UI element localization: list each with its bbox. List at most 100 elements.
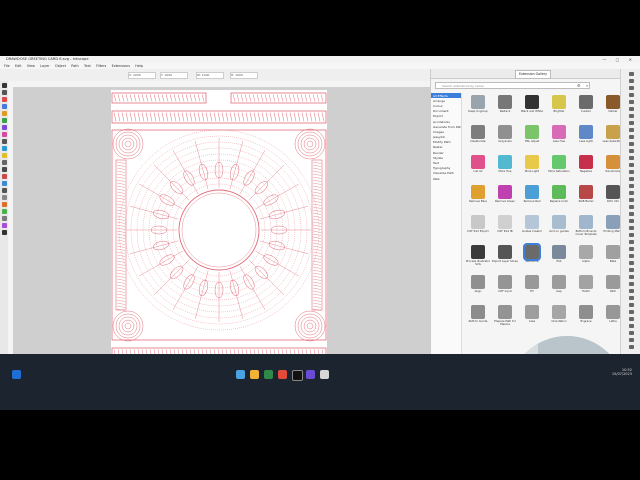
pillar-hatch[interactable]	[312, 173, 322, 176]
tool-icon[interactable]	[1, 181, 7, 186]
band-hatch[interactable]	[145, 112, 149, 122]
pillar-hatch[interactable]	[312, 191, 322, 194]
settings-icon[interactable]: ⚙	[577, 83, 581, 88]
command-icon[interactable]	[628, 170, 634, 174]
pillar-hatch[interactable]	[312, 182, 322, 185]
rosette-ray[interactable]	[255, 250, 299, 277]
extension-tile[interactable]: Area	[519, 303, 545, 333]
corner-swirl[interactable]	[118, 316, 138, 336]
band-hatch[interactable]	[141, 112, 145, 122]
extension-tile[interactable]: Gap	[546, 273, 572, 303]
pillar-hatch[interactable]	[116, 197, 126, 200]
band-hatch[interactable]	[121, 112, 125, 122]
command-icon[interactable]	[628, 191, 634, 195]
pillar-hatch[interactable]	[116, 173, 126, 176]
band-hatch[interactable]	[173, 94, 177, 102]
tool-icon[interactable]	[1, 188, 7, 193]
tool-icon[interactable]	[1, 125, 7, 130]
band-hatch[interactable]	[145, 94, 149, 102]
rosette-ray[interactable]	[239, 150, 266, 194]
band-hatch[interactable]	[209, 112, 213, 122]
pillar-hatch[interactable]	[312, 221, 322, 224]
extension-tile[interactable]: Less Hue	[546, 123, 572, 153]
pillar-hatch[interactable]	[116, 263, 126, 266]
corner-swirl[interactable]	[303, 137, 317, 151]
band-hatch[interactable]	[260, 94, 264, 102]
command-icon[interactable]	[628, 135, 634, 139]
band-hatch[interactable]	[165, 112, 169, 122]
tool-icon[interactable]	[1, 153, 7, 158]
pillar-hatch[interactable]	[116, 257, 126, 260]
pillar-hatch[interactable]	[312, 284, 322, 287]
band-hatch[interactable]	[244, 94, 248, 102]
corner-swirl[interactable]	[115, 313, 141, 339]
pillar-hatch[interactable]	[312, 242, 322, 245]
menu-extensions[interactable]: Extensions	[112, 64, 130, 68]
band-hatch[interactable]	[149, 112, 153, 122]
band-hatch[interactable]	[320, 94, 324, 102]
pillar-hatch[interactable]	[116, 287, 126, 290]
band-hatch[interactable]	[261, 112, 265, 122]
pillar-hatch[interactable]	[312, 164, 322, 167]
tool-icon[interactable]	[1, 90, 7, 95]
pillar-hatch[interactable]	[312, 281, 322, 284]
pillar-hatch[interactable]	[116, 167, 126, 170]
pillar-hatch[interactable]	[312, 170, 322, 173]
command-icon[interactable]	[628, 275, 634, 279]
pillar-hatch[interactable]	[312, 296, 322, 299]
band-hatch[interactable]	[213, 112, 217, 122]
tool-icon[interactable]	[1, 195, 7, 200]
pillar-hatch[interactable]	[312, 302, 322, 305]
taskbar-app-icon[interactable]	[236, 370, 245, 379]
band-hatch[interactable]	[269, 112, 273, 122]
pillar-hatch[interactable]	[116, 293, 126, 296]
extension-tile[interactable]: Brighter	[546, 93, 572, 123]
pillar-hatch[interactable]	[116, 254, 126, 257]
extension-tile[interactable]: Prepare Path for Plasma	[492, 303, 518, 333]
band-hatch[interactable]	[125, 112, 129, 122]
band-hatch[interactable]	[273, 112, 277, 122]
command-icon[interactable]	[628, 205, 634, 209]
pillar-hatch[interactable]	[312, 224, 322, 227]
band-hatch[interactable]	[268, 94, 272, 102]
band-hatch[interactable]	[305, 112, 309, 122]
pillar-hatch[interactable]	[312, 167, 322, 170]
band-hatch[interactable]	[125, 94, 129, 102]
command-icon[interactable]	[628, 93, 634, 97]
rosette-ray[interactable]	[130, 205, 179, 220]
tool-icon[interactable]	[1, 223, 7, 228]
band-hatch[interactable]	[280, 94, 284, 102]
pillar-hatch[interactable]	[312, 266, 322, 269]
tool-icon[interactable]	[1, 111, 7, 116]
tool-icon[interactable]	[1, 132, 7, 137]
pillar-hatch[interactable]	[116, 305, 126, 308]
pillar-hatch[interactable]	[312, 200, 322, 203]
extension-tile[interactable]: Export Layer Slices	[492, 243, 518, 273]
pillar-hatch[interactable]	[116, 176, 126, 179]
pillar-hatch[interactable]	[312, 251, 322, 254]
band-hatch[interactable]	[197, 94, 201, 102]
band-hatch[interactable]	[288, 94, 292, 102]
x-field[interactable]: X: 1000	[128, 72, 156, 79]
corner-swirl[interactable]	[124, 140, 132, 148]
pillar-hatch[interactable]	[116, 269, 126, 272]
band-hatch[interactable]	[257, 112, 261, 122]
rosette-ray[interactable]	[153, 259, 190, 296]
corner-swirl[interactable]	[300, 316, 320, 336]
band-hatch[interactable]	[153, 112, 157, 122]
y-field[interactable]: Y: 1000	[160, 72, 188, 79]
extension-tile[interactable]: RGB Barrel	[573, 183, 599, 213]
rosette-ray[interactable]	[248, 259, 285, 296]
band-hatch[interactable]	[272, 94, 276, 102]
band-hatch[interactable]	[281, 112, 285, 122]
corner-swirl[interactable]	[294, 128, 326, 160]
menu-filters[interactable]: Filters	[96, 64, 106, 68]
extension-tile[interactable]: Greyscale	[492, 123, 518, 153]
command-icon[interactable]	[628, 107, 634, 111]
band-hatch[interactable]	[289, 112, 293, 122]
pillar-hatch[interactable]	[116, 179, 126, 182]
band-hatch[interactable]	[285, 112, 289, 122]
pillar-hatch[interactable]	[116, 164, 126, 167]
command-icon[interactable]	[628, 219, 634, 223]
pillar-hatch[interactable]	[116, 275, 126, 278]
